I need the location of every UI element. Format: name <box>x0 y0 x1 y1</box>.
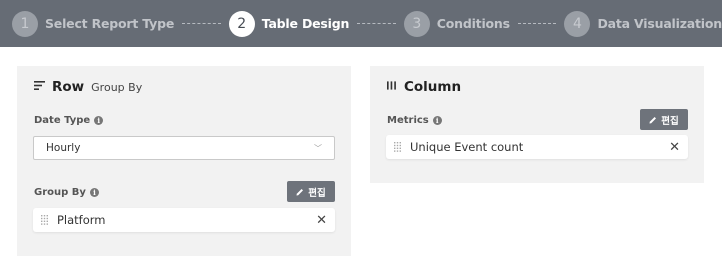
row-panel: Row Group By Date Type i Hourly ﹀ Group … <box>17 66 351 256</box>
step-select-report-type[interactable]: 1 Select Report Type <box>12 10 175 37</box>
pencil-icon <box>649 116 657 123</box>
info-icon[interactable]: i <box>89 188 99 197</box>
group-by-edit-button[interactable]: 편집 <box>287 181 335 202</box>
columns-icon <box>387 81 396 90</box>
date-type-select[interactable]: Hourly ﹀ <box>33 136 335 160</box>
step-connector <box>517 23 557 24</box>
step-label: Conditions <box>436 16 510 31</box>
step-conditions[interactable]: 3 Conditions <box>403 10 510 37</box>
rows-icon <box>34 81 45 90</box>
column-panel-header: Column <box>387 79 461 95</box>
metrics-item-label: Unique Event count <box>410 140 524 154</box>
metrics-edit-button[interactable]: 편집 <box>640 109 688 130</box>
step-table-design[interactable]: 2 Table Design <box>228 10 350 37</box>
metrics-item[interactable]: Unique Event count ✕ <box>386 135 688 159</box>
info-icon[interactable]: i <box>94 116 104 125</box>
step-number: 3 <box>403 10 430 37</box>
step-number: 4 <box>564 10 591 37</box>
step-data-visualization[interactable]: 4 Data Visualization <box>564 10 722 37</box>
drag-handle-icon[interactable] <box>41 215 48 225</box>
metrics-label-text: Metrics <box>387 115 429 126</box>
step-label: Table Design <box>261 16 350 31</box>
column-panel: Column Metrics i 편집 Unique Event count ✕ <box>370 66 704 183</box>
step-label: Select Report Type <box>45 16 175 31</box>
step-label: Data Visualization <box>597 16 722 31</box>
step-connector <box>357 23 396 24</box>
row-panel-title: Row <box>52 79 85 95</box>
close-icon[interactable]: ✕ <box>669 141 680 154</box>
step-number: 2 <box>228 10 255 37</box>
date-type-value: Hourly <box>46 142 81 154</box>
step-connector <box>182 23 221 24</box>
group-by-label-text: Group By <box>34 187 86 198</box>
pencil-icon <box>296 188 304 195</box>
group-by-item-label: Platform <box>57 213 106 227</box>
info-icon[interactable]: i <box>432 116 442 125</box>
close-icon[interactable]: ✕ <box>316 214 327 227</box>
chevron-down-icon: ﹀ <box>314 143 322 153</box>
row-panel-subtitle: Group By <box>91 81 143 94</box>
group-by-item[interactable]: Platform ✕ <box>33 208 335 232</box>
edit-button-label: 편집 <box>308 187 326 199</box>
row-panel-header: Row Group By <box>34 79 142 95</box>
date-type-label: Date Type i <box>34 115 104 126</box>
metrics-label: Metrics i <box>387 115 442 126</box>
column-panel-title: Column <box>404 79 462 95</box>
drag-handle-icon[interactable] <box>394 142 401 152</box>
report-builder: 1 Select Report Type 2 Table Design 3 Co… <box>0 0 722 267</box>
edit-button-label: 편집 <box>661 115 679 127</box>
report-stepper: 1 Select Report Type 2 Table Design 3 Co… <box>0 0 722 47</box>
step-number: 1 <box>12 10 38 37</box>
group-by-label: Group By i <box>34 187 99 198</box>
date-type-label-text: Date Type <box>34 115 91 126</box>
